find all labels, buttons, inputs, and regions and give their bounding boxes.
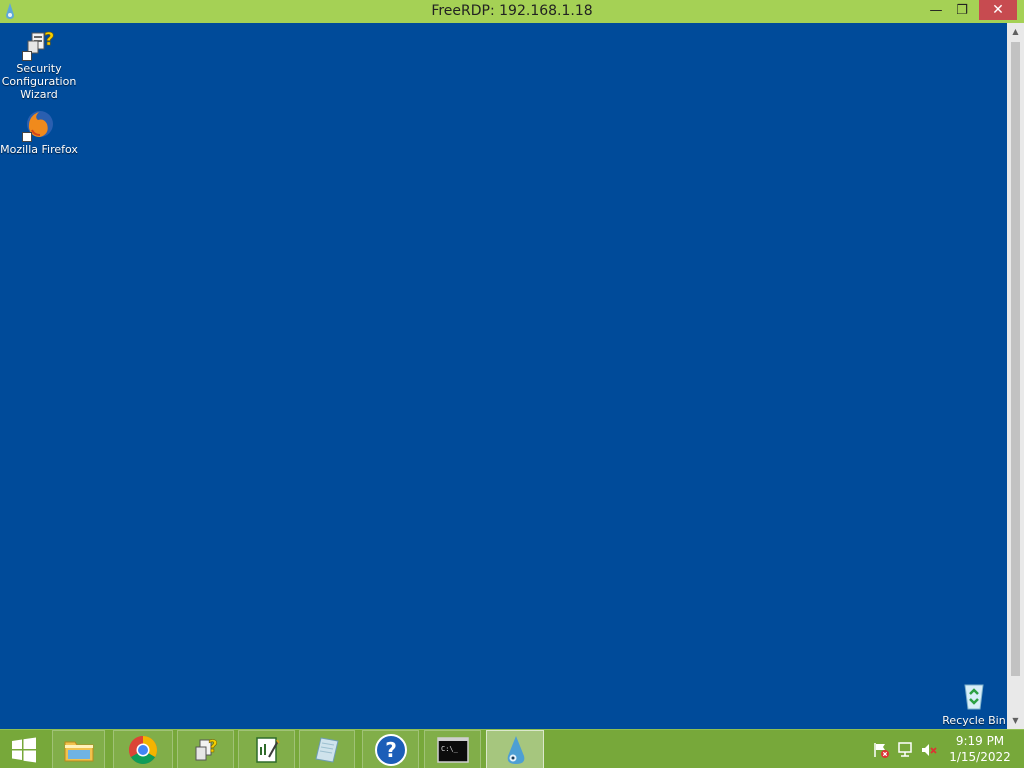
- paper-icon: [315, 736, 339, 763]
- desktop-icon-label: Recycle Bin: [942, 714, 1006, 727]
- help-icon: ?: [374, 733, 407, 766]
- start-windows-icon: [12, 737, 36, 762]
- taskbar: ? ? C:\_ 9:19 PM 1/15/2022: [0, 729, 1024, 768]
- taskbar-command-prompt[interactable]: C:\_: [424, 730, 481, 768]
- title-bar: FreeRDP: 192.168.1.18 — ❐ ✕: [0, 0, 1024, 23]
- taskbar-security-wizard[interactable]: ?: [177, 730, 234, 768]
- notepad-icon: [255, 736, 280, 763]
- desktop-icon-security-wizard[interactable]: ? Security Configuration Wizard: [0, 27, 78, 101]
- file-explorer-icon: [64, 741, 93, 761]
- taskbar-notepad[interactable]: [238, 730, 295, 768]
- taskbar-chrome[interactable]: [113, 730, 173, 768]
- taskbar-file-explorer[interactable]: [52, 730, 105, 768]
- taskbar-clock[interactable]: 9:19 PM 1/15/2022: [946, 733, 1014, 765]
- recycle-bin-icon: [957, 679, 991, 713]
- desktop-icon-label: Security Configuration Wizard: [1, 62, 77, 101]
- volume-muted-icon[interactable]: [920, 741, 938, 759]
- chrome-icon: [129, 735, 157, 764]
- shortcut-arrow-icon: [22, 132, 32, 142]
- freerdp-icon: [507, 735, 525, 764]
- svg-text:?: ?: [208, 737, 218, 757]
- security-wizard-icon: ?: [22, 27, 56, 61]
- desktop-icon-recycle-bin[interactable]: Recycle Bin: [935, 679, 1013, 727]
- clock-date: 1/15/2022: [949, 750, 1011, 764]
- restore-button[interactable]: ❐: [950, 0, 974, 20]
- svg-text:C:\_: C:\_: [441, 745, 459, 753]
- desktop-icon-label: Mozilla Firefox: [0, 143, 78, 156]
- start-button[interactable]: [0, 730, 48, 768]
- shortcut-arrow-icon: [22, 51, 32, 61]
- action-center-flag-icon[interactable]: [872, 741, 890, 759]
- vertical-scrollbar[interactable]: ▲ ▼: [1007, 23, 1024, 729]
- taskbar-paper-app[interactable]: [299, 730, 355, 768]
- scroll-thumb[interactable]: [1011, 42, 1020, 676]
- desktop: ? Security Configuration Wizard Mozilla …: [0, 23, 1007, 729]
- taskbar-help[interactable]: ?: [362, 730, 419, 768]
- network-icon[interactable]: [896, 741, 914, 759]
- desktop-icon-firefox[interactable]: Mozilla Firefox: [0, 108, 78, 156]
- clock-time: 9:19 PM: [955, 734, 1005, 748]
- svg-text:?: ?: [44, 29, 54, 50]
- scroll-up-button[interactable]: ▲: [1007, 23, 1024, 40]
- close-button[interactable]: ✕: [979, 0, 1017, 20]
- system-tray: [872, 730, 938, 768]
- scroll-down-button[interactable]: ▼: [1007, 712, 1024, 729]
- minimize-button[interactable]: —: [925, 0, 947, 20]
- security-wizard-icon: ?: [195, 736, 218, 760]
- command-prompt-icon: C:\_: [436, 736, 469, 763]
- taskbar-freerdp[interactable]: [486, 730, 544, 768]
- firefox-icon: [22, 108, 56, 142]
- svg-text:?: ?: [385, 738, 397, 762]
- window-title: FreeRDP: 192.168.1.18: [431, 3, 593, 19]
